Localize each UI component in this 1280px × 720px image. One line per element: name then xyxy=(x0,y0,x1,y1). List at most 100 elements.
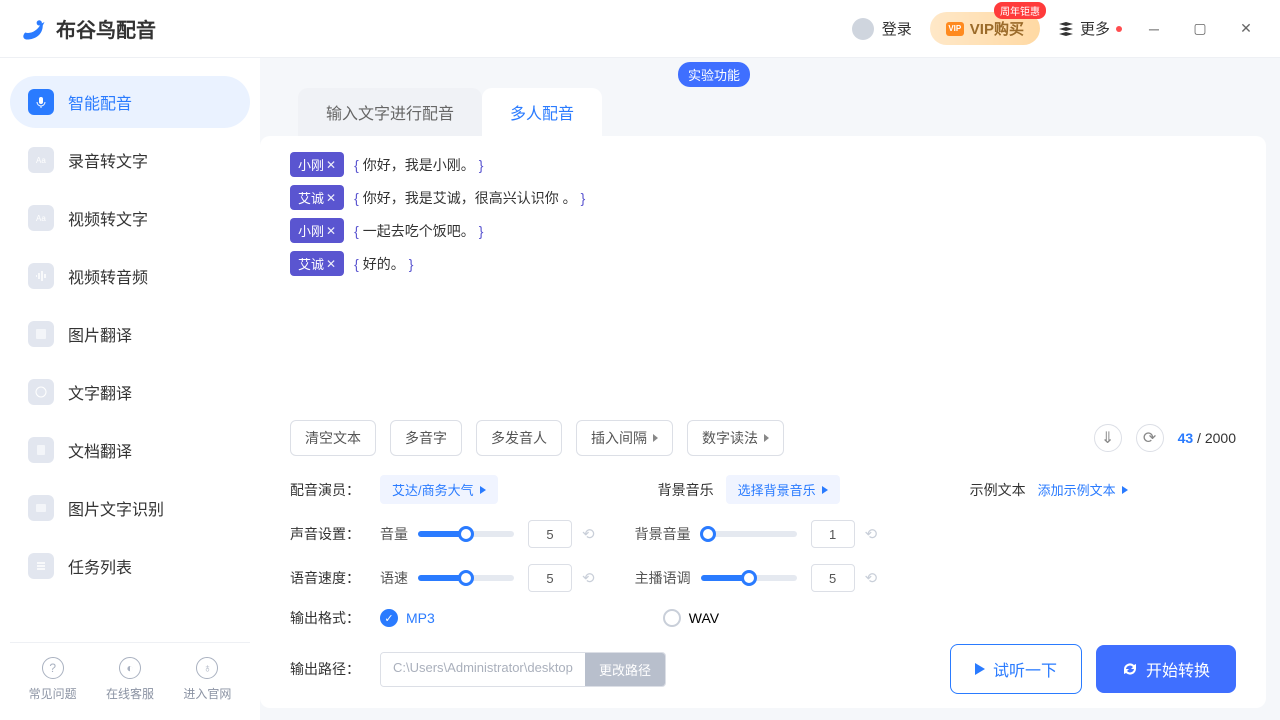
globe-icon xyxy=(28,379,54,405)
sidebar-item-image-translate[interactable]: 图片翻译 xyxy=(10,308,250,360)
output-path-input[interactable]: C:\Users\Administrator\desktop xyxy=(381,653,585,686)
translate-icon xyxy=(28,321,54,347)
play-icon xyxy=(822,486,828,494)
remove-voice-icon[interactable]: ✕ xyxy=(326,158,336,172)
svg-text:Aa: Aa xyxy=(36,214,46,223)
notification-dot xyxy=(1116,26,1122,32)
login-button[interactable]: 登录 xyxy=(852,18,912,40)
mic-icon xyxy=(28,89,54,115)
add-sample-button[interactable]: 添加示例文本 xyxy=(1038,480,1128,499)
voice-chip[interactable]: 小刚✕ xyxy=(290,218,344,243)
footer-label: 常见问题 xyxy=(29,685,77,702)
reset-icon[interactable]: ⟲ xyxy=(865,569,878,587)
speed-slider[interactable] xyxy=(418,575,514,581)
script-editor[interactable]: 小刚✕{你好，我是小刚。} 艾诚✕{你好，我是艾诚，很高兴认识你 。} 小刚✕{… xyxy=(260,136,1266,410)
voice-chip[interactable]: 艾诚✕ xyxy=(290,185,344,210)
sidebar-label: 文档翻译 xyxy=(68,438,132,462)
experimental-badge: 实验功能 xyxy=(678,62,750,87)
convert-icon xyxy=(1122,661,1138,677)
bgm-select[interactable]: 选择背景音乐 xyxy=(726,475,840,504)
bgvolume-slider[interactable] xyxy=(701,531,797,537)
voice-chip[interactable]: 艾诚✕ xyxy=(290,251,344,276)
line-text[interactable]: 好的。 xyxy=(363,254,405,274)
website-button[interactable]: ♁进入官网 xyxy=(183,657,231,702)
stack-icon xyxy=(1058,21,1074,37)
sidebar-label: 图片翻译 xyxy=(68,322,132,346)
vip-crown-icon: VIP xyxy=(946,22,964,36)
maximize-button[interactable]: ▢ xyxy=(1186,15,1214,43)
login-label: 登录 xyxy=(882,18,912,39)
sidebar-item-audio-to-text[interactable]: Aa录音转文字 xyxy=(10,134,250,186)
bgvolume-label: 背景音量 xyxy=(635,524,691,544)
remove-voice-icon[interactable]: ✕ xyxy=(326,257,336,271)
avatar-icon xyxy=(852,18,874,40)
actor-select[interactable]: 艾达/商务大气 xyxy=(380,475,498,504)
app-logo: 布谷鸟配音 xyxy=(20,14,156,43)
script-line: 小刚✕{一起去吃个饭吧。} xyxy=(290,218,1236,243)
voice-chip[interactable]: 小刚✕ xyxy=(290,152,344,177)
change-path-button[interactable]: 更改路径 xyxy=(585,653,665,686)
line-text[interactable]: 你好，我是小刚。 xyxy=(363,155,475,175)
sidebar-label: 文字翻译 xyxy=(68,380,132,404)
vip-promo-badge: 周年钜惠 xyxy=(994,2,1046,19)
line-text[interactable]: 你好，我是艾诚，很高兴认识你 。 xyxy=(363,188,577,208)
reset-icon[interactable]: ⟲ xyxy=(582,525,595,543)
reset-icon[interactable]: ⟲ xyxy=(582,569,595,587)
dropdown-icon xyxy=(653,434,658,442)
aa-icon: Aa xyxy=(28,147,54,173)
polyphone-button[interactable]: 多音字 xyxy=(390,420,462,456)
mp3-label: MP3 xyxy=(406,610,435,626)
share-icon[interactable]: ⟳ xyxy=(1136,424,1164,452)
line-text[interactable]: 一起去吃个饭吧。 xyxy=(363,221,475,241)
aa-icon: Aa xyxy=(28,205,54,231)
sidebar-item-text-translate[interactable]: 文字翻译 xyxy=(10,366,250,418)
more-button[interactable]: 更多 xyxy=(1058,18,1122,39)
tone-label: 主播语调 xyxy=(635,568,691,588)
support-button[interactable]: ◐在线客服 xyxy=(106,657,154,702)
script-line: 小刚✕{你好，我是小刚。} xyxy=(290,152,1236,177)
insert-pause-button[interactable]: 插入间隔 xyxy=(576,420,673,456)
script-line: 艾诚✕{你好，我是艾诚，很高兴认识你 。} xyxy=(290,185,1236,210)
preview-button[interactable]: 试听一下 xyxy=(950,644,1082,694)
volume-slider[interactable] xyxy=(418,531,514,537)
list-icon xyxy=(28,553,54,579)
sidebar-item-doc-translate[interactable]: 文档翻译 xyxy=(10,424,250,476)
sidebar-item-smart-dub[interactable]: 智能配音 xyxy=(10,76,250,128)
vip-label: VIP购买 xyxy=(970,18,1024,39)
radio-mp3[interactable] xyxy=(380,609,398,627)
wave-icon xyxy=(28,263,54,289)
sidebar-item-video-to-audio[interactable]: 视频转音频 xyxy=(10,250,250,302)
close-button[interactable]: ✕ xyxy=(1232,15,1260,43)
bgvolume-value[interactable]: 1 xyxy=(811,520,855,548)
download-icon[interactable]: ⇓ xyxy=(1094,424,1122,452)
sample-label: 示例文本 xyxy=(970,480,1026,500)
main-panel: 实验功能 输入文字进行配音 多人配音 小刚✕{你好，我是小刚。} 艾诚✕{你好，… xyxy=(260,58,1280,720)
wav-label: WAV xyxy=(689,610,719,626)
vip-button[interactable]: VIP VIP购买 周年钜惠 xyxy=(930,12,1040,45)
reset-icon[interactable]: ⟲ xyxy=(865,525,878,543)
sidebar-item-video-to-text[interactable]: Aa视频转文字 xyxy=(10,192,250,244)
sidebar-item-tasks[interactable]: 任务列表 xyxy=(10,540,250,592)
remove-voice-icon[interactable]: ✕ xyxy=(326,224,336,238)
faq-button[interactable]: ?常见问题 xyxy=(29,657,77,702)
minimize-button[interactable]: ─ xyxy=(1140,15,1168,43)
clear-text-button[interactable]: 清空文本 xyxy=(290,420,376,456)
sidebar-item-ocr[interactable]: 图片文字识别 xyxy=(10,482,250,534)
volume-value[interactable]: 5 xyxy=(528,520,572,548)
tone-slider[interactable] xyxy=(701,575,797,581)
start-convert-button[interactable]: 开始转换 xyxy=(1096,645,1236,693)
ocr-icon xyxy=(28,495,54,521)
path-label: 输出路径： xyxy=(290,659,380,679)
remove-voice-icon[interactable]: ✕ xyxy=(326,191,336,205)
radio-wav[interactable] xyxy=(663,609,681,627)
doc-icon xyxy=(28,437,54,463)
tab-multi-voice[interactable]: 多人配音 xyxy=(482,88,602,136)
sidebar-label: 智能配音 xyxy=(68,90,132,114)
speed-value[interactable]: 5 xyxy=(528,564,572,592)
tone-value[interactable]: 5 xyxy=(811,564,855,592)
multi-speaker-button[interactable]: 多发音人 xyxy=(476,420,562,456)
tab-text-input[interactable]: 输入文字进行配音 xyxy=(298,88,482,136)
planet-icon: ♁ xyxy=(196,657,218,679)
number-read-button[interactable]: 数字读法 xyxy=(687,420,784,456)
sound-setting-label: 声音设置： xyxy=(290,524,380,544)
